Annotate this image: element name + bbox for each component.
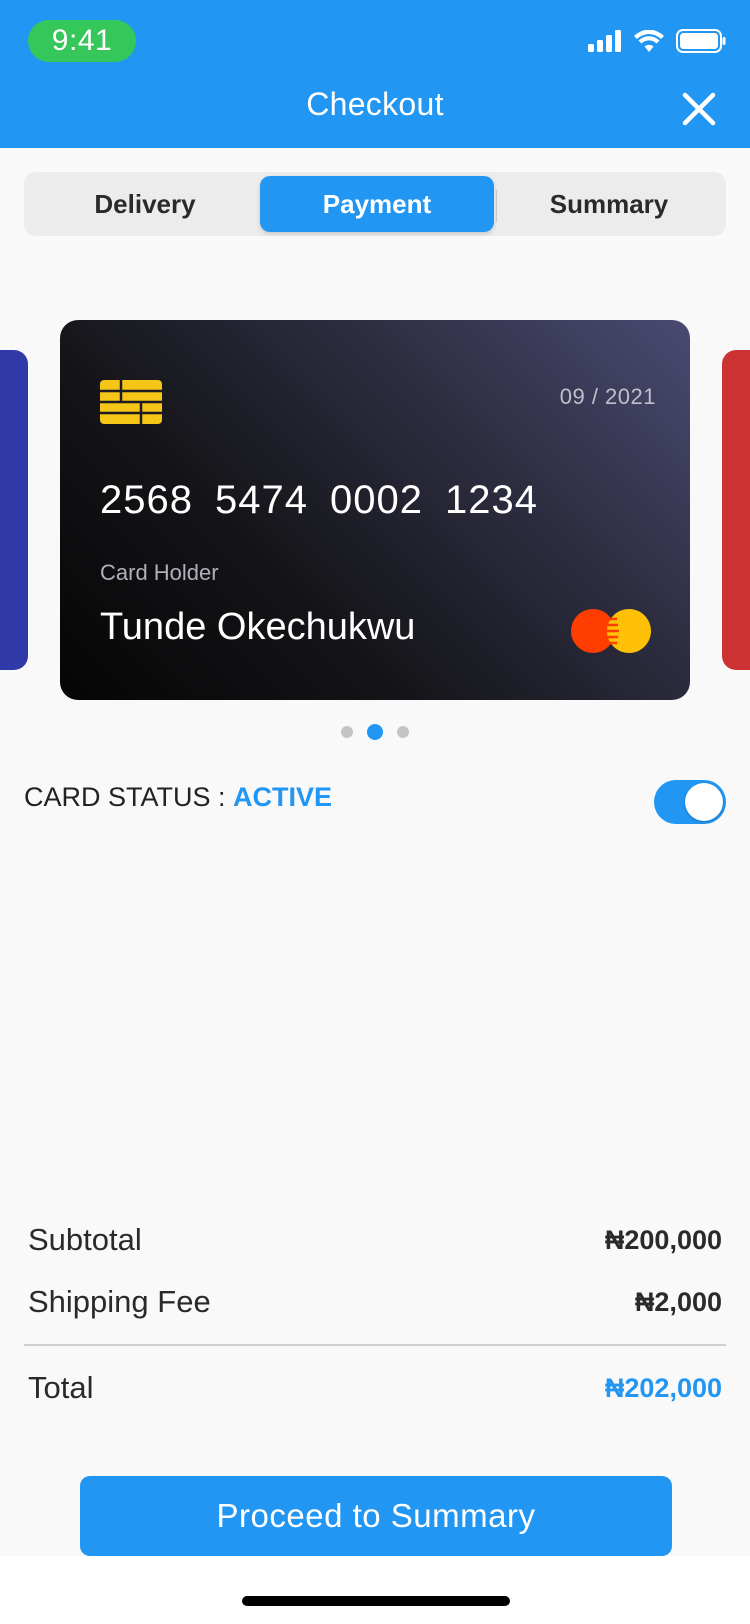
checkout-steps-tabs: Delivery Payment Summary: [24, 172, 726, 236]
wifi-icon: [634, 30, 664, 52]
status-icons: [588, 26, 726, 56]
home-indicator[interactable]: [242, 1596, 510, 1606]
card-status: CARD STATUS : ACTIVE: [24, 782, 332, 813]
bottom-safe-area: [0, 1556, 750, 1624]
next-card-peek[interactable]: [722, 350, 750, 670]
status-time: 9:41: [28, 20, 136, 62]
total-amount: ₦202,000: [604, 1372, 722, 1403]
card-number-group: 2568: [100, 478, 193, 522]
carousel-dot[interactable]: [341, 726, 353, 738]
card-number: 2568 5474 0002 1234: [100, 478, 538, 523]
total-label: Total: [28, 1370, 94, 1405]
card-chip-icon: [100, 380, 162, 424]
card-status-toggle[interactable]: [654, 780, 726, 824]
carousel-dot[interactable]: [397, 726, 409, 738]
close-icon[interactable]: [682, 92, 716, 126]
card-expiry: 09 / 2021: [559, 384, 656, 409]
divider: [24, 1344, 726, 1346]
card-number-group: 0002: [329, 478, 423, 522]
carousel-pagination: [0, 724, 750, 740]
previous-card-peek[interactable]: [0, 350, 28, 670]
card-number-group: 1234: [444, 478, 538, 522]
shipping-row: Shipping Fee ₦2,000: [28, 1284, 722, 1320]
page-title: Checkout: [306, 86, 444, 122]
mastercard-logo-icon: [571, 609, 651, 653]
battery-icon: [676, 29, 726, 53]
card-number-group: 5474: [214, 478, 308, 522]
subtotal-row: Subtotal ₦200,000: [28, 1222, 722, 1258]
card-status-value: ACTIVE: [233, 782, 333, 812]
card-holder-label: Card Holder: [100, 560, 219, 585]
carousel-dot-active[interactable]: [367, 724, 383, 740]
signal-icon: [588, 30, 621, 52]
card-holder-name: Tunde Okechukwu: [100, 606, 416, 648]
total-row: Total ₦202,000: [28, 1370, 722, 1406]
shipping-amount: ₦2,000: [634, 1286, 722, 1317]
subtotal-amount: ₦200,000: [604, 1224, 722, 1255]
payment-card[interactable]: 09 / 2021 2568 5474 0002 1234 Card Holde…: [60, 320, 690, 700]
subtotal-label: Subtotal: [28, 1222, 142, 1257]
header: 9:41 Checkout: [0, 0, 750, 148]
card-status-label: CARD STATUS :: [24, 782, 234, 812]
toggle-knob: [685, 783, 723, 821]
tab-summary[interactable]: Summary: [496, 176, 722, 232]
proceed-to-summary-button[interactable]: Proceed to Summary: [80, 1476, 672, 1556]
tab-delivery[interactable]: Delivery: [28, 176, 262, 232]
tab-payment[interactable]: Payment: [260, 176, 494, 232]
shipping-label: Shipping Fee: [28, 1284, 211, 1319]
